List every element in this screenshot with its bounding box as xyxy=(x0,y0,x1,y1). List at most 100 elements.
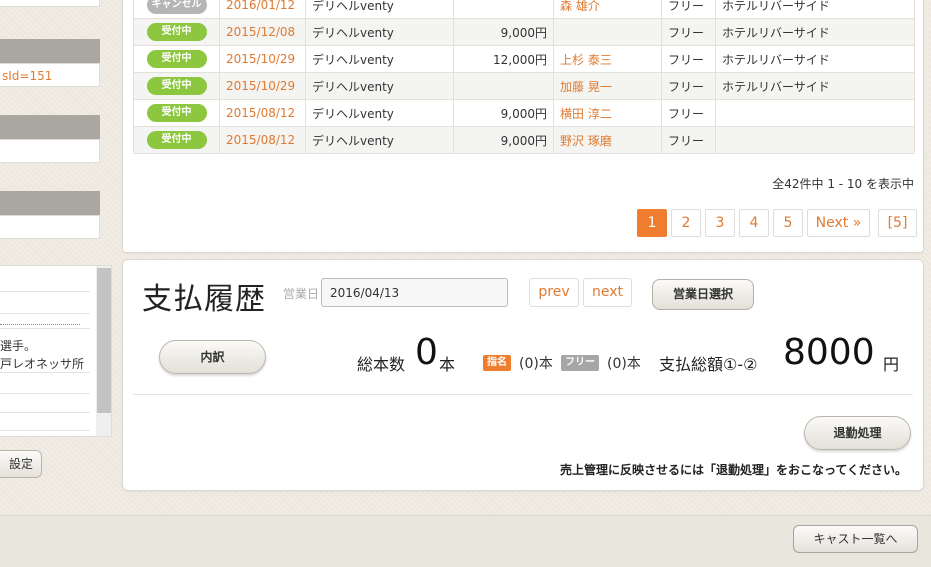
table-row: 受付中 2015/10/29 デリヘルventy 加藤 晃一 フリー ホテルリバーサイド xyxy=(133,72,915,100)
sidebar-scroll-panel[interactable]: 選手。 戸レオネッサ所 xyxy=(0,265,112,437)
store-cell: デリヘルventy xyxy=(305,126,454,154)
page-button-5[interactable]: 5 xyxy=(773,209,803,237)
place-cell: ホテルリバーサイド xyxy=(715,72,915,100)
panel-divider xyxy=(0,430,90,431)
shimei-count: (0)本 xyxy=(519,356,553,372)
date-cell[interactable]: 2015/10/29 xyxy=(219,45,306,73)
status-cell: 受付中 xyxy=(133,126,220,154)
settings-button[interactable]: 設定 xyxy=(0,450,42,478)
sidebar-box xyxy=(0,215,100,239)
date-cell[interactable]: 2015/08/12 xyxy=(219,99,306,127)
place-cell: ホテルリバーサイド xyxy=(715,18,915,46)
scrollbar-thumb[interactable] xyxy=(97,268,111,413)
clock-out-note: 売上管理に反映させるには「退勤処理」をおこなってください。 xyxy=(559,463,907,477)
left-sidebar: sId=151 選手。 戸レオネッサ所 設定 xyxy=(0,0,112,515)
price-cell: 12,000円 xyxy=(453,45,554,73)
status-badge[interactable]: 受付中 xyxy=(146,23,207,41)
status-cell: 受付中 xyxy=(133,18,220,46)
status-badge[interactable]: 受付中 xyxy=(146,131,207,149)
free-count: (0)本 xyxy=(607,356,641,372)
sidebar-box xyxy=(0,139,100,163)
table-row: キャンセル 2016/01/12 デリヘルventy 森 雄介 フリー ホテルリバーサイド xyxy=(133,0,915,19)
footer-band xyxy=(0,515,931,567)
table-row: 受付中 2015/10/29 デリヘルventy 12,000円 上杉 泰三 フリー ホテル… xyxy=(133,45,915,73)
prev-day-button[interactable]: prev xyxy=(529,278,579,307)
next-day-button[interactable]: next xyxy=(583,278,632,307)
price-cell: 9,000円 xyxy=(453,99,554,127)
store-cell: デリヘルventy xyxy=(305,72,454,100)
place-cell: ホテルリバーサイド xyxy=(715,45,915,73)
sidebar-box xyxy=(0,0,100,7)
date-cell[interactable]: 2015/10/29 xyxy=(219,72,306,100)
guest-cell[interactable]: 横田 淳二 xyxy=(553,99,662,127)
date-cell[interactable]: 2015/08/12 xyxy=(219,126,306,154)
status-badge[interactable]: 受付中 xyxy=(146,104,207,122)
page-button-2[interactable]: 2 xyxy=(671,209,701,237)
panel-divider xyxy=(0,393,90,394)
status-badge[interactable]: キャンセル xyxy=(146,0,207,14)
store-cell: デリヘルventy xyxy=(305,0,454,19)
business-day-input[interactable] xyxy=(321,278,508,307)
scrollbar[interactable] xyxy=(96,266,111,436)
type-cell: フリー xyxy=(661,0,716,19)
total-payment-label: 支払総額①-② xyxy=(659,355,758,374)
table-row: 受付中 2015/08/12 デリヘルventy 9,000円 横田 淳二 フリー xyxy=(133,99,915,127)
status-cell: 受付中 xyxy=(133,45,220,73)
business-day-label: 営業日 xyxy=(283,287,320,301)
guest-cell[interactable]: 上杉 泰三 xyxy=(553,45,662,73)
price-cell xyxy=(453,72,554,100)
clock-out-button[interactable]: 退勤処理 xyxy=(804,416,911,450)
payment-history-card: 支払履歴 営業日 prev next 営業日選択 内訳 総本数 0 本 指名 (… xyxy=(122,259,924,491)
sidebar-section-header xyxy=(0,39,100,63)
guest-cell[interactable]: 野沢 琢磨 xyxy=(553,126,662,154)
total-count-label: 総本数 xyxy=(357,355,406,374)
store-cell: デリヘルventy xyxy=(305,45,454,73)
place-cell xyxy=(715,99,915,127)
guest-cell[interactable] xyxy=(553,18,662,46)
place-cell xyxy=(715,126,915,154)
breakdown-button[interactable]: 内訳 xyxy=(159,340,266,374)
price-cell: 9,000円 xyxy=(453,18,554,46)
sidebar-section-header xyxy=(0,191,100,215)
panel-text: 選手。 xyxy=(0,339,37,353)
status-cell: 受付中 xyxy=(133,72,220,100)
total-payment-value: 8000 xyxy=(783,332,875,373)
page-button-3[interactable]: 3 xyxy=(705,209,735,237)
last-page-button[interactable]: [5] xyxy=(878,209,917,237)
type-cell: フリー xyxy=(661,18,716,46)
date-cell[interactable]: 2016/01/12 xyxy=(219,0,306,19)
date-cell[interactable]: 2015/12/08 xyxy=(219,18,306,46)
panel-text: 戸レオネッサ所 xyxy=(0,357,85,371)
currency-label: 円 xyxy=(883,355,900,374)
panel-divider xyxy=(0,291,90,292)
table-row: 受付中 2015/12/08 デリヘルventy 9,000円 フリー ホテルリバーサイド xyxy=(133,18,915,46)
select-business-day-button[interactable]: 営業日選択 xyxy=(652,279,754,310)
store-cell: デリヘルventy xyxy=(305,18,454,46)
status-badge[interactable]: 受付中 xyxy=(146,77,207,95)
panel-divider xyxy=(0,372,90,373)
sidebar-section-header xyxy=(0,115,100,139)
type-cell: フリー xyxy=(661,126,716,154)
type-cell: フリー xyxy=(661,72,716,100)
shimei-tag: 指名 xyxy=(483,355,511,371)
status-cell: キャンセル xyxy=(133,0,220,19)
page-title: 支払履歴 xyxy=(142,282,266,317)
page-button-4[interactable]: 4 xyxy=(739,209,769,237)
page-button-1[interactable]: 1 xyxy=(637,209,667,237)
pager-info: 全42件中 1 - 10 を表示中 xyxy=(772,177,914,191)
total-count-value: 0 xyxy=(415,332,438,373)
panel-divider xyxy=(0,313,90,314)
free-tag: フリー xyxy=(561,355,599,371)
guest-cell[interactable]: 森 雄介 xyxy=(553,0,662,19)
next-page-button[interactable]: Next » xyxy=(807,209,870,237)
type-cell: フリー xyxy=(661,45,716,73)
panel-divider xyxy=(0,324,80,325)
table-row: 受付中 2015/08/12 デリヘルventy 9,000円 野沢 琢磨 フリー xyxy=(133,126,915,154)
price-cell: 9,000円 xyxy=(453,126,554,154)
guest-cell[interactable]: 加藤 晃一 xyxy=(553,72,662,100)
cast-list-button[interactable]: キャスト一覧へ xyxy=(793,525,918,553)
reservation-list-card: キャンセル 2016/01/12 デリヘルventy 森 雄介 フリー ホテルリバーサイド… xyxy=(122,0,924,253)
sidebar-link[interactable]: sId=151 xyxy=(0,69,100,85)
status-badge[interactable]: 受付中 xyxy=(146,50,207,68)
panel-divider xyxy=(0,328,90,329)
